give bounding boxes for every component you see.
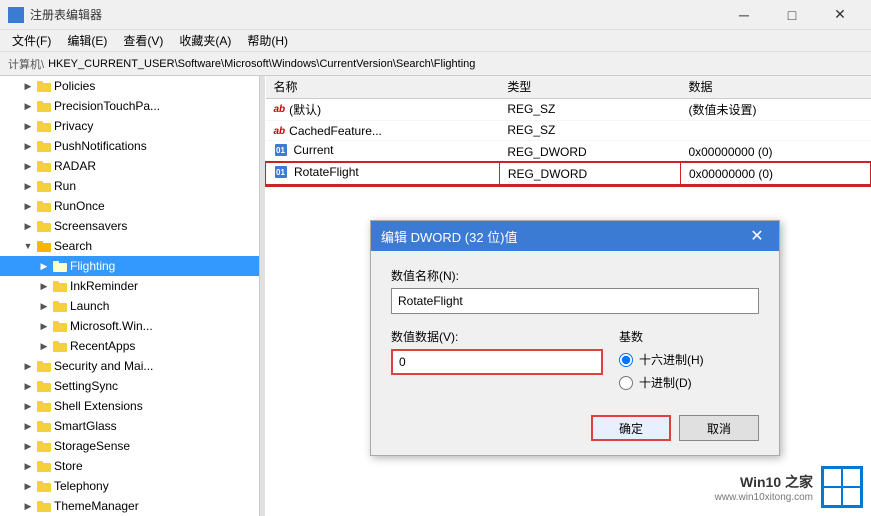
dialog-name-label: 数值名称(N): [391,267,759,284]
dialog-footer: 确定 取消 [371,407,779,455]
win-tile-1 [824,469,841,486]
dialog-title: 编辑 DWORD (32 位)值 [381,227,518,246]
dialog-base-title: 基数 [619,328,759,345]
dialog-body: 数值名称(N): 数值数据(V): 基数 十六进制(H) [371,251,779,407]
radio-hex-input[interactable] [619,353,633,367]
dialog-value-input[interactable] [391,349,603,375]
dialog-close-button[interactable]: ✕ [745,224,769,248]
win-tile-2 [843,469,860,486]
radio-hex-label: 十六进制(H) [639,351,704,368]
dialog-title-bar: 编辑 DWORD (32 位)值 ✕ [371,221,779,251]
radio-dec-input[interactable] [619,376,633,390]
dialog-value-label: 数值数据(V): [391,328,603,345]
radio-group: 十六进制(H) 十进制(D) [619,351,759,391]
win-tile-3 [824,488,841,505]
edit-dword-dialog: 编辑 DWORD (32 位)值 ✕ 数值名称(N): 数值数据(V): 基数 … [370,220,780,456]
dialog-name-input[interactable] [391,288,759,314]
dialog-overlay: 编辑 DWORD (32 位)值 ✕ 数值名称(N): 数值数据(V): 基数 … [0,0,871,516]
watermark: Win10 之家 www.win10xitong.com [715,466,863,508]
dialog-base-section: 基数 十六进制(H) 十进制(D) [619,328,759,391]
watermark-url: www.win10xitong.com [715,492,813,503]
dialog-row: 数值数据(V): 基数 十六进制(H) 十进制(D) [391,328,759,391]
win-tile-4 [843,488,860,505]
dialog-value-section: 数值数据(V): [391,328,603,375]
watermark-logo [821,466,863,508]
dialog-confirm-button[interactable]: 确定 [591,415,671,441]
dialog-cancel-button[interactable]: 取消 [679,415,759,441]
radio-hex[interactable]: 十六进制(H) [619,351,759,368]
radio-dec[interactable]: 十进制(D) [619,374,759,391]
watermark-text: Win10 之家 [715,472,813,492]
radio-dec-label: 十进制(D) [639,374,692,391]
